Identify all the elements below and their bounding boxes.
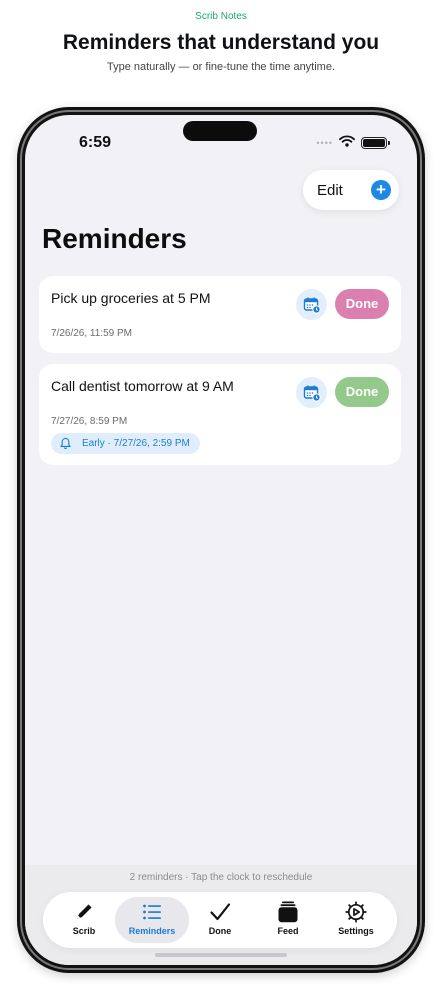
phone-frame: 6:59 •••• Edit + Reminders Pick up groce… xyxy=(17,107,425,973)
calendar-clock-icon xyxy=(303,385,321,402)
reminder-card[interactable]: Call dentist tomorrow at 9 AM 7/27/26, 8… xyxy=(39,364,401,465)
home-indicator xyxy=(155,953,287,957)
list-icon xyxy=(115,900,189,924)
gear-icon xyxy=(319,900,393,924)
reschedule-button[interactable] xyxy=(296,377,327,408)
tab-label: Done xyxy=(208,926,232,936)
checkmark-icon xyxy=(183,900,257,924)
signal-dots-icon: •••• xyxy=(316,138,333,148)
early-alert-badge[interactable]: Early · 7/27/26, 2:59 PM xyxy=(51,433,200,454)
reminder-date: 7/26/26, 11:59 PM xyxy=(51,328,132,339)
tab-feed[interactable]: Feed xyxy=(251,897,325,943)
app-screen: 6:59 •••• Edit + Reminders Pick up groce… xyxy=(25,115,417,965)
tab-label: Feed xyxy=(277,926,299,936)
page-title: Reminders xyxy=(42,223,187,254)
tab-reminders[interactable]: Reminders xyxy=(115,897,189,943)
tab-bar: Scrib Reminders Done Feed Settings xyxy=(43,892,397,948)
early-alert-text: Early · 7/27/26, 2:59 PM xyxy=(82,438,190,449)
tab-label: Reminders xyxy=(128,926,176,936)
tab-settings[interactable]: Settings xyxy=(319,897,393,943)
stack-icon xyxy=(251,900,325,924)
edit-button[interactable]: Edit xyxy=(317,182,343,199)
reminder-date: 7/27/26, 8:59 PM xyxy=(51,416,128,427)
promo-brand: Scrib Notes xyxy=(195,11,247,22)
status-icons: •••• xyxy=(316,134,390,152)
done-button[interactable]: Done xyxy=(335,289,389,319)
wifi-icon xyxy=(339,134,355,152)
done-button[interactable]: Done xyxy=(335,377,389,407)
footer-summary: 2 reminders · Tap the clock to reschedul… xyxy=(129,872,313,883)
reminder-card[interactable]: Pick up groceries at 5 PM 7/26/26, 11:59… xyxy=(39,276,401,353)
reminder-title: Call dentist tomorrow at 9 AM xyxy=(51,378,234,394)
dynamic-island xyxy=(183,121,257,141)
calendar-clock-icon xyxy=(303,297,321,314)
tab-label: Scrib xyxy=(72,926,96,936)
pencil-icon xyxy=(47,900,121,924)
bell-icon xyxy=(60,437,71,450)
promo-headline: Reminders that understand you xyxy=(62,31,380,54)
edit-add-pill: Edit + xyxy=(303,170,399,210)
status-time: 6:59 xyxy=(79,134,112,151)
tab-done[interactable]: Done xyxy=(183,897,257,943)
reminder-title: Pick up groceries at 5 PM xyxy=(51,290,211,306)
promo-subheadline: Type naturally — or fine-tune the time a… xyxy=(106,61,336,73)
battery-icon xyxy=(361,137,390,149)
plus-circle-icon[interactable]: + xyxy=(371,180,391,200)
reschedule-button[interactable] xyxy=(296,289,327,320)
tab-label: Settings xyxy=(338,926,374,936)
tab-scrib[interactable]: Scrib xyxy=(47,897,121,943)
